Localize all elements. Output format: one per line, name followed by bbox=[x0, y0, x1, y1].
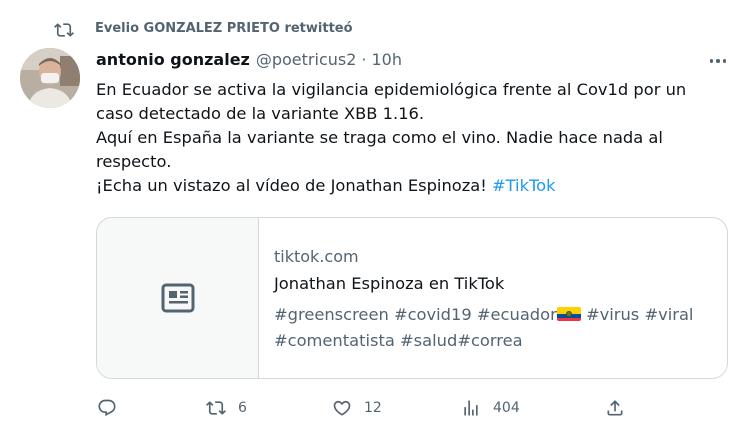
card-description-line: #comentatista #salud#correa bbox=[274, 331, 523, 350]
tweet-text-segment: ¡Echa un vistazo al vídeo de Jonathan Es… bbox=[96, 176, 492, 195]
retweet-count: 6 bbox=[238, 400, 247, 416]
tweet-text-line: En Ecuador se activa la vigilancia epide… bbox=[96, 80, 687, 99]
views-count: 404 bbox=[493, 400, 520, 416]
link-card[interactable]: tiktok.com Jonathan Espinoza en TikTok #… bbox=[96, 217, 728, 379]
card-description: #greenscreen #covid19 #ecuador #virus #v… bbox=[274, 302, 714, 354]
card-thumbnail bbox=[97, 218, 259, 378]
card-description-segment: #greenscreen #covid19 #ecuador bbox=[274, 305, 557, 324]
tweet-text: En Ecuador se activa la vigilancia epide… bbox=[96, 78, 716, 198]
card-description-line: #greenscreen #covid19 #ecuador #virus #v… bbox=[274, 302, 714, 328]
views-button[interactable]: 404 bbox=[461, 396, 520, 420]
like-count: 12 bbox=[364, 400, 382, 416]
tweet-text-line: caso detectado de la variante XBB 1.16. bbox=[96, 104, 425, 123]
ecuador-flag-icon bbox=[556, 307, 581, 321]
more-icon-dot bbox=[722, 59, 727, 63]
share-icon bbox=[607, 400, 623, 416]
tweet-text-line: ¡Echa un vistazo al vídeo de Jonathan Es… bbox=[96, 174, 716, 198]
avatar[interactable] bbox=[20, 48, 80, 108]
more-icon bbox=[709, 59, 714, 63]
retweet-button[interactable]: 6 bbox=[206, 396, 247, 420]
hashtag-link[interactable]: #TikTok bbox=[492, 176, 556, 195]
retweeted-by-text[interactable]: Evelio GONZALEZ PRIETO retwitteó bbox=[95, 21, 353, 36]
tweet-time[interactable]: 10h bbox=[372, 50, 403, 69]
views-icon bbox=[464, 400, 478, 416]
separator: · bbox=[361, 50, 367, 69]
reply-button[interactable] bbox=[97, 396, 117, 420]
tweet-text-line: respecto. bbox=[96, 152, 172, 171]
tweet-text-line: Aquí en España la variante se traga como… bbox=[96, 128, 663, 147]
author-name[interactable]: antonio gonzalez bbox=[96, 50, 250, 69]
author-handle[interactable]: @poetricus2 bbox=[256, 50, 357, 69]
more-icon-dot bbox=[716, 59, 720, 63]
card-title: Jonathan Espinoza en TikTok bbox=[274, 274, 505, 293]
heart-icon bbox=[333, 400, 351, 416]
retweet-icon bbox=[54, 23, 74, 37]
retweet-icon bbox=[206, 401, 226, 415]
reply-icon bbox=[98, 399, 116, 417]
article-icon bbox=[161, 283, 194, 313]
card-domain: tiktok.com bbox=[274, 247, 359, 266]
tweet-header: antonio gonzalez @poetricus2 · 10h bbox=[96, 50, 402, 72]
action-bar: 6 12 404 bbox=[0, 396, 752, 420]
more-options-button[interactable] bbox=[706, 52, 730, 70]
card-description-segment: #virus #viral bbox=[580, 305, 694, 324]
like-button[interactable]: 12 bbox=[332, 396, 382, 420]
share-button[interactable] bbox=[605, 396, 625, 420]
avatar-photo bbox=[20, 48, 80, 108]
